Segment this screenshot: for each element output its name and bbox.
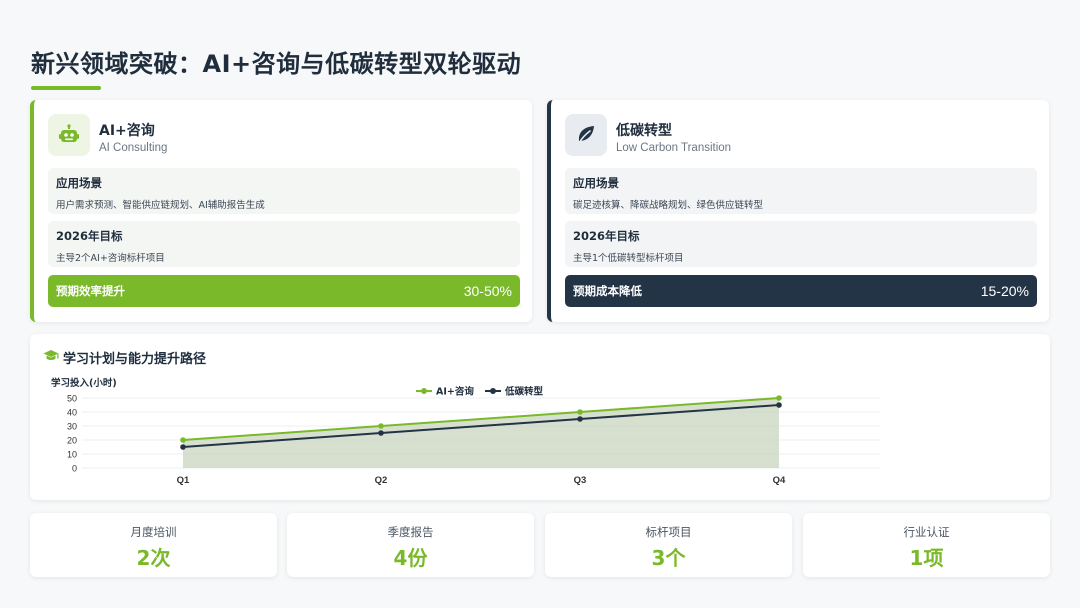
data-point xyxy=(180,437,186,443)
y-tick-label: 30 xyxy=(67,422,77,432)
learning-chart-card: 学习投入(小时) 0 10 20 30 40 50 Q1 Q2 Q3 Q4 AI+咨询 低碳转型 学习计… xyxy=(30,334,1050,500)
stat-value: 2次 xyxy=(136,546,171,570)
x-tick-label: Q2 xyxy=(375,475,388,486)
section-heading: 2026年目标 xyxy=(573,229,640,243)
card-subtitle: Low Carbon Transition xyxy=(616,142,732,154)
y-axis-label: 学习投入(小时) xyxy=(51,377,117,389)
section-text: 主导1个低碳转型标杆项目 xyxy=(573,253,684,264)
stat-value: 1项 xyxy=(909,546,944,570)
data-point xyxy=(378,430,384,436)
y-tick-label: 0 xyxy=(72,464,77,474)
leaf-icon xyxy=(565,114,607,156)
stat-monthly-training: 月度培训 2次 xyxy=(30,513,277,577)
efficiency-bar: 预期效率提升 30-50% xyxy=(48,275,520,307)
section-heading: 应用场景 xyxy=(573,176,619,190)
y-tick-label: 20 xyxy=(67,436,77,446)
stat-value: 3个 xyxy=(651,546,686,570)
stat-label: 行业认证 xyxy=(903,525,950,539)
chart-section-title-text: 学习计划与能力提升路径 xyxy=(63,352,207,367)
data-point xyxy=(776,402,782,408)
stat-benchmark-projects: 标杆项目 3个 xyxy=(545,513,792,577)
card-title: AI+咨询 xyxy=(99,123,155,139)
section-text: 用户需求预测、智能供应链规划、AI辅助报告生成 xyxy=(56,200,265,211)
stat-label: 月度培训 xyxy=(130,525,177,539)
stat-label: 季度报告 xyxy=(387,525,434,539)
y-tick-label: 40 xyxy=(67,408,77,418)
legend-label: AI+咨询 xyxy=(436,386,474,398)
page-title: 新兴领域突破：AI+咨询与低碳转型双轮驱动 xyxy=(31,50,522,78)
graduation-cap-icon xyxy=(43,349,59,367)
stat-quarterly-reports: 季度报告 4份 xyxy=(287,513,534,577)
x-tick-label: Q4 xyxy=(773,475,786,486)
ai-consulting-card: AI+咨询 AI Consulting 应用场景 用户需求预测、智能供应链规划、… xyxy=(30,100,532,322)
y-tick-label: 10 xyxy=(67,450,77,460)
data-point xyxy=(577,416,583,422)
section-heading: 2026年目标 xyxy=(56,229,123,243)
chart-section-title: 学习计划与能力提升路径 xyxy=(43,348,206,367)
section-text: 主导2个AI+咨询标杆项目 xyxy=(56,253,165,264)
stat-label: 标杆项目 xyxy=(645,525,692,539)
scenario-section: 应用场景 用户需求预测、智能供应链规划、AI辅助报告生成 xyxy=(48,168,520,214)
data-point xyxy=(180,444,186,450)
legend-label: 低碳转型 xyxy=(504,386,544,398)
data-point xyxy=(378,423,384,429)
legend-swatch-dot xyxy=(490,388,496,394)
stat-value: 4份 xyxy=(393,546,428,570)
section-heading: 应用场景 xyxy=(56,176,102,190)
data-point xyxy=(776,395,782,401)
cost-bar: 预期成本降低 15-20% xyxy=(565,275,1037,307)
section-text: 碳足迹核算、降碳战略规划、绿色供应链转型 xyxy=(573,200,764,211)
y-tick-label: 50 xyxy=(67,394,77,404)
bar-label: 预期效率提升 xyxy=(56,284,125,298)
legend-swatch-dot xyxy=(421,388,427,394)
x-tick-label: Q1 xyxy=(177,475,190,486)
goal-section: 2026年目标 主导1个低碳转型标杆项目 xyxy=(565,221,1037,267)
bar-value: 30-50% xyxy=(463,283,512,299)
x-tick-label: Q3 xyxy=(574,475,587,486)
scenario-section: 应用场景 碳足迹核算、降碳战略规划、绿色供应链转型 xyxy=(565,168,1037,214)
bar-value: 15-20% xyxy=(980,283,1029,299)
data-point xyxy=(577,409,583,415)
stat-industry-certification: 行业认证 1项 xyxy=(803,513,1050,577)
low-carbon-card: 低碳转型 Low Carbon Transition 应用场景 碳足迹核算、降碳… xyxy=(547,100,1049,322)
card-title: 低碳转型 xyxy=(616,123,672,139)
card-subtitle: AI Consulting xyxy=(99,142,168,154)
goal-section: 2026年目标 主导2个AI+咨询标杆项目 xyxy=(48,221,520,267)
bar-label: 预期成本降低 xyxy=(573,284,642,298)
title-underline xyxy=(31,86,101,90)
robot-icon xyxy=(48,114,90,156)
